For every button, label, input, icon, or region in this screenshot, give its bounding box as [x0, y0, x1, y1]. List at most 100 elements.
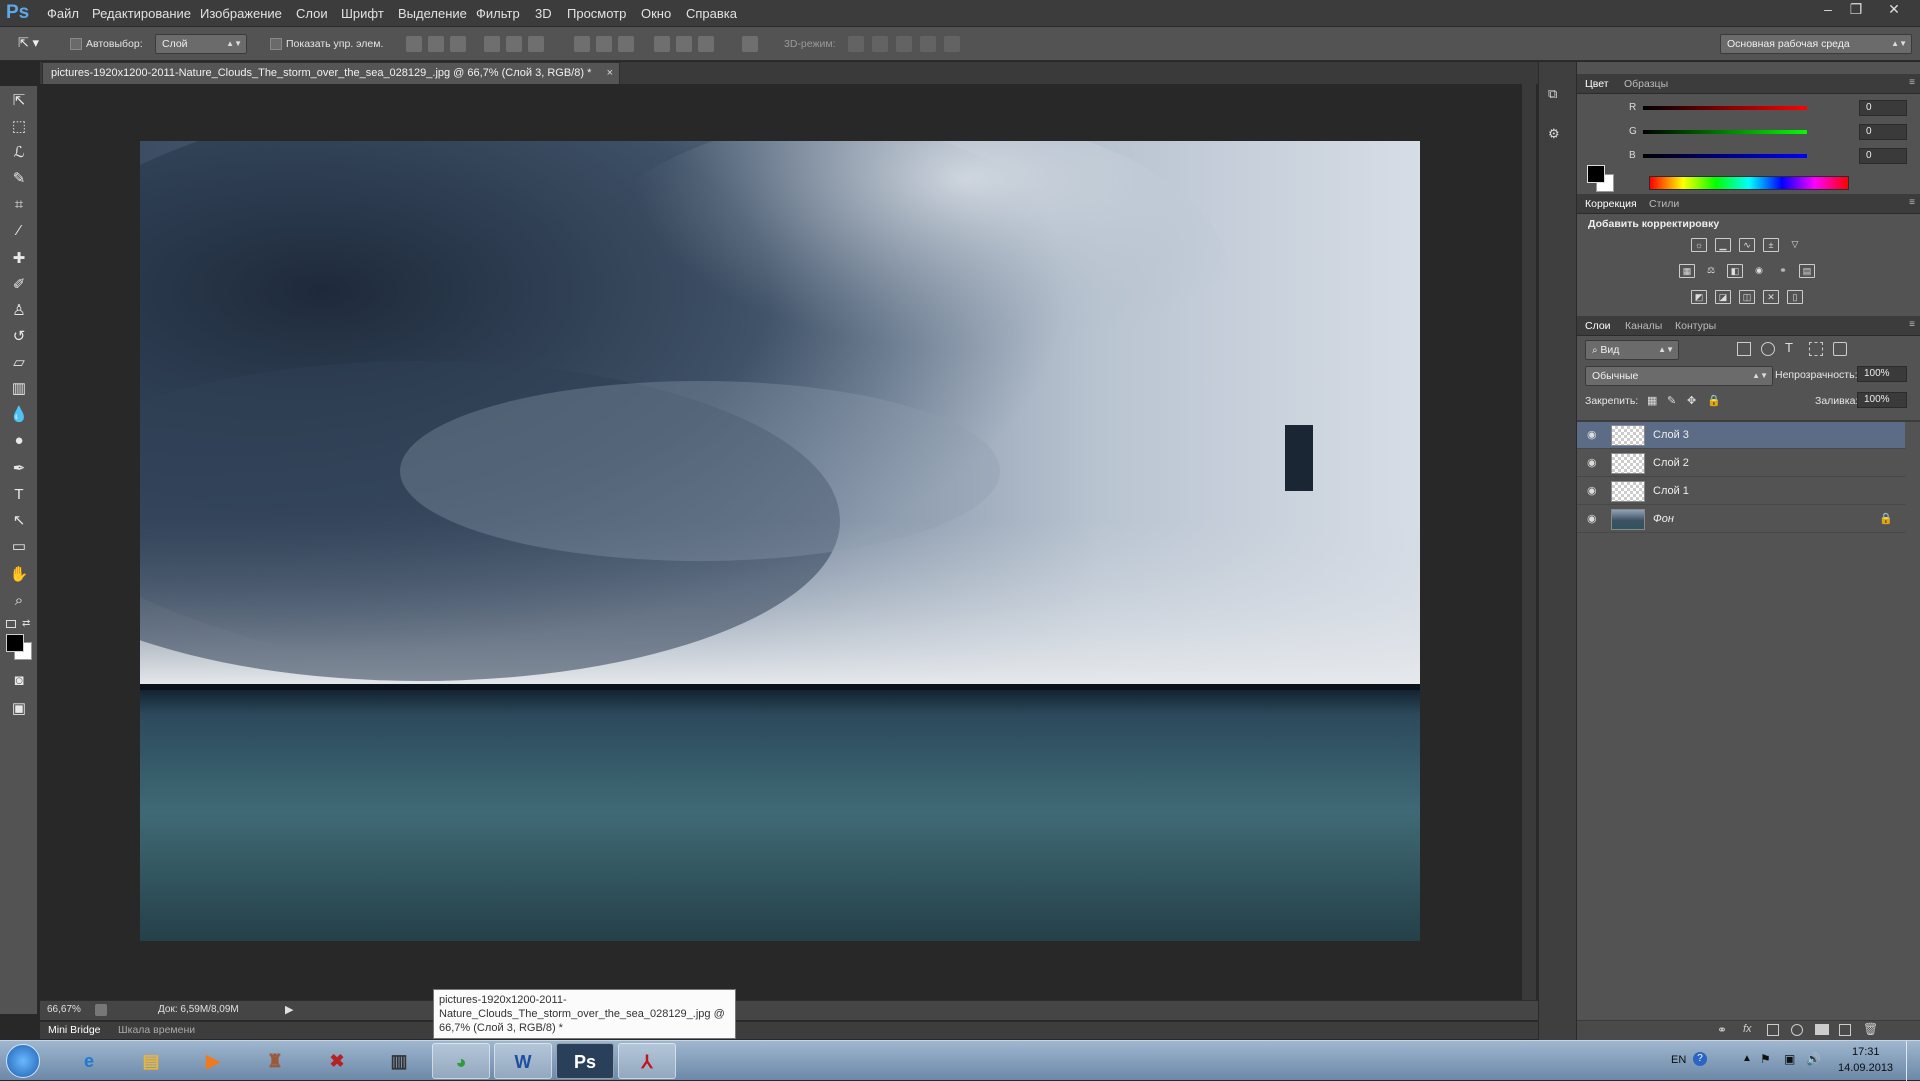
channel-mixer-icon[interactable]: ⚭: [1775, 264, 1791, 278]
gradient-tool-icon[interactable]: ▥: [6, 378, 32, 400]
selective-color-icon[interactable]: ✕: [1763, 290, 1779, 304]
restore-button[interactable]: ❐: [1842, 0, 1870, 18]
menu-window[interactable]: Окно: [641, 0, 671, 27]
lock-transparent-icon[interactable]: ▦: [1647, 394, 1657, 407]
distribute-bottom-icon[interactable]: [618, 36, 634, 52]
filter-shape-icon[interactable]: [1809, 342, 1823, 356]
show-desktop-button[interactable]: [1906, 1041, 1920, 1081]
lasso-tool-icon[interactable]: ℒ: [6, 142, 32, 164]
tab-mini-bridge[interactable]: Mini Bridge: [48, 1024, 101, 1036]
healing-brush-tool-icon[interactable]: ✚: [6, 248, 32, 270]
clock-date[interactable]: 14.09.2013: [1838, 1062, 1893, 1074]
color-spectrum-ramp[interactable]: [1649, 176, 1849, 190]
crop-tool-icon[interactable]: ⌗: [6, 194, 32, 216]
visibility-eye-icon[interactable]: ◉: [1587, 456, 1601, 470]
menu-image[interactable]: Изображение: [200, 0, 282, 27]
channel-b-slider[interactable]: [1643, 154, 1807, 158]
menu-view[interactable]: Просмотр: [567, 0, 626, 27]
menu-3d[interactable]: 3D: [535, 0, 552, 27]
color-balance-icon[interactable]: ⚖: [1703, 264, 1719, 278]
layer-filter-dropdown[interactable]: ⌕ Вид ▲▼: [1585, 340, 1679, 360]
distribute-hcenter-icon[interactable]: [676, 36, 692, 52]
help-icon[interactable]: ?: [1693, 1052, 1707, 1066]
vibrance-icon[interactable]: ▽: [1787, 238, 1803, 252]
menu-select[interactable]: Выделение: [398, 0, 467, 27]
blend-mode-dropdown[interactable]: Обычные ▲▼: [1585, 366, 1773, 386]
minimize-button[interactable]: –: [1814, 0, 1842, 18]
channel-r-value[interactable]: 0: [1859, 100, 1907, 116]
layer-name[interactable]: Фон: [1653, 513, 1674, 525]
language-indicator[interactable]: EN: [1671, 1054, 1686, 1066]
tab-channels[interactable]: Каналы: [1625, 316, 1662, 336]
fx-icon[interactable]: fx: [1743, 1023, 1752, 1035]
mask-icon[interactable]: [1767, 1024, 1779, 1036]
channel-g-value[interactable]: 0: [1859, 124, 1907, 140]
align-left-icon[interactable]: [484, 36, 500, 52]
threshold-icon[interactable]: ◫: [1739, 290, 1755, 304]
filter-smart-object-icon[interactable]: [1833, 342, 1847, 356]
default-colors-icon[interactable]: [6, 620, 16, 628]
menu-layers[interactable]: Слои: [296, 0, 328, 27]
pan-3d-icon[interactable]: [896, 36, 912, 52]
tab-styles[interactable]: Стили: [1649, 194, 1679, 214]
distribute-vcenter-icon[interactable]: [596, 36, 612, 52]
notepad-app-icon[interactable]: ▥: [370, 1043, 428, 1079]
visibility-eye-icon[interactable]: ◉: [1587, 512, 1601, 526]
brightness-icon[interactable]: ☼: [1691, 238, 1707, 252]
filter-type-icon[interactable]: T: [1785, 340, 1793, 355]
foreground-color-chip[interactable]: [1587, 165, 1605, 183]
chrome-icon[interactable]: ◕: [432, 1043, 490, 1079]
photo-filter-icon[interactable]: ◉: [1751, 264, 1767, 278]
lock-all-icon[interactable]: 🔒: [1707, 394, 1721, 407]
fill-field[interactable]: 100%: [1857, 392, 1907, 408]
menu-file[interactable]: Файл: [47, 0, 79, 27]
tab-timeline[interactable]: Шкала времени: [118, 1024, 195, 1036]
layer-name[interactable]: Слой 2: [1653, 457, 1689, 469]
dota-app-icon[interactable]: ✖: [308, 1043, 366, 1079]
black-white-icon[interactable]: ◧: [1727, 264, 1743, 278]
brush-tool-icon[interactable]: ✐: [6, 274, 32, 296]
history-panel-icon[interactable]: ⧉: [1548, 86, 1566, 104]
move-tool-icon[interactable]: ⇱: [6, 90, 32, 112]
channel-r-slider[interactable]: [1643, 106, 1807, 110]
filter-pixel-icon[interactable]: [1737, 342, 1751, 356]
align-vcenter-icon[interactable]: [428, 36, 444, 52]
stamp-tool-icon[interactable]: ♙: [6, 300, 32, 322]
layer-row-background[interactable]: ◉ Фон 🔒: [1577, 506, 1905, 533]
visibility-eye-icon[interactable]: ◉: [1587, 428, 1601, 442]
trash-icon[interactable]: 🗑: [1863, 1022, 1878, 1036]
document-image[interactable]: [140, 141, 1420, 941]
layer-row-1[interactable]: ◉ Слой 1: [1577, 478, 1905, 505]
tab-color[interactable]: Цвет: [1585, 74, 1609, 94]
flag-icon[interactable]: ⚑: [1760, 1052, 1771, 1066]
history-brush-tool-icon[interactable]: ↺: [6, 326, 32, 348]
dodge-tool-icon[interactable]: ●: [6, 430, 32, 452]
close-button[interactable]: ✕: [1880, 0, 1908, 18]
align-top-icon[interactable]: [406, 36, 422, 52]
menu-filter[interactable]: Фильтр: [476, 0, 520, 27]
hand-tool-icon[interactable]: ✋: [6, 564, 32, 586]
panel-menu-icon[interactable]: ≡: [1909, 77, 1915, 88]
tab-layers[interactable]: Слои: [1585, 316, 1611, 336]
word-icon[interactable]: W: [494, 1043, 552, 1079]
distribute-left-icon[interactable]: [654, 36, 670, 52]
group-icon[interactable]: [1815, 1024, 1829, 1035]
tray-expand-icon[interactable]: ▲: [1742, 1053, 1752, 1064]
game-app-icon[interactable]: ♜: [246, 1043, 304, 1079]
move-tool-preset-icon[interactable]: ⇱ ▾: [18, 35, 52, 53]
media-player-icon[interactable]: ▶: [184, 1043, 242, 1079]
lock-pixels-icon[interactable]: ✎: [1667, 394, 1676, 407]
gradient-map-icon[interactable]: ▯: [1787, 290, 1803, 304]
quick-select-tool-icon[interactable]: ✎: [6, 168, 32, 190]
acrobat-icon[interactable]: ⅄: [618, 1043, 676, 1079]
layer-row-2[interactable]: ◉ Слой 2: [1577, 450, 1905, 477]
swap-colors-icon[interactable]: ⇄: [22, 618, 30, 629]
file-explorer-icon[interactable]: ▤: [122, 1043, 180, 1079]
blur-tool-icon[interactable]: 💧: [6, 404, 32, 426]
internet-explorer-icon[interactable]: e: [60, 1043, 118, 1079]
align-bottom-icon[interactable]: [450, 36, 466, 52]
layer-row-3[interactable]: ◉ Слой 3: [1577, 422, 1905, 449]
autoselect-dropdown[interactable]: Слой ▲▼: [155, 34, 247, 54]
align-right-icon[interactable]: [528, 36, 544, 52]
visibility-eye-icon[interactable]: ◉: [1587, 484, 1601, 498]
